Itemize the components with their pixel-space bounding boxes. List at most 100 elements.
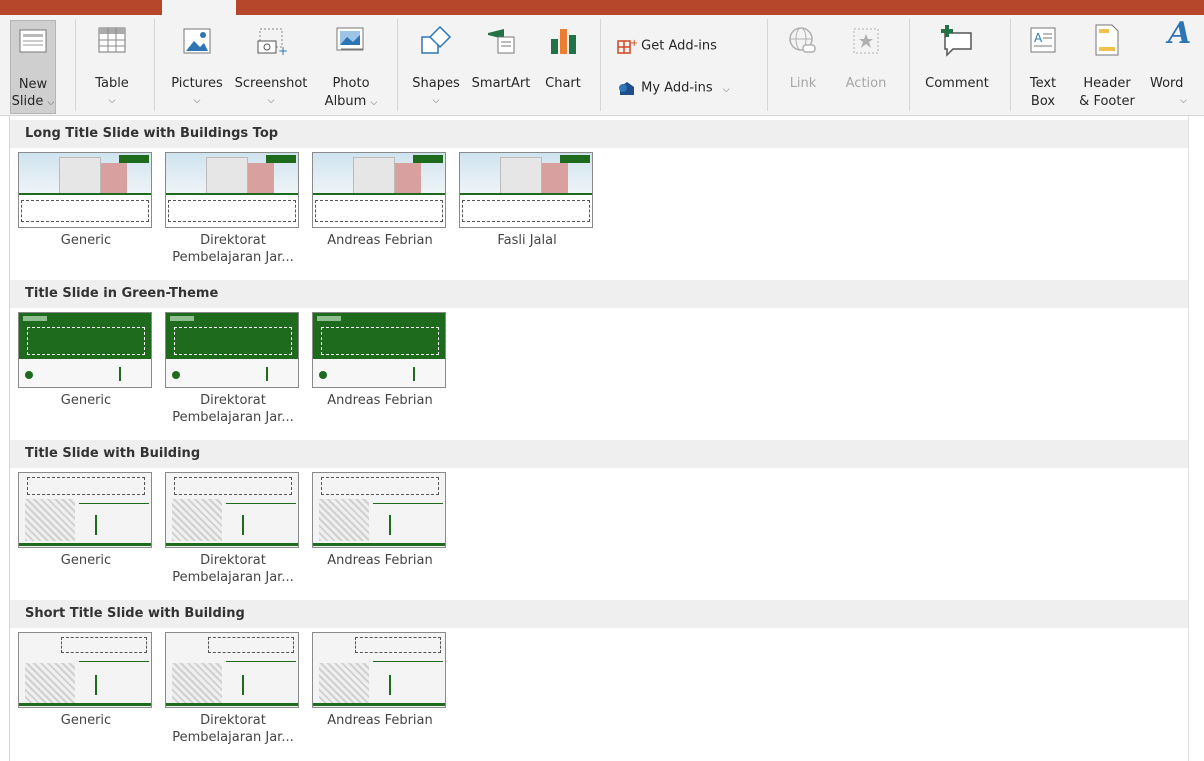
group-separator [397, 19, 398, 111]
layout-name-continued: Pembelajaran Jar... [172, 250, 294, 265]
table-icon [98, 27, 126, 53]
screenshot-label: Screenshot [234, 76, 308, 91]
slide-preview [312, 312, 446, 388]
layout-thumbnail[interactable]: Generic [18, 472, 154, 569]
text-box-button[interactable]: A Text Box [1024, 15, 1062, 115]
layout-name-continued: Pembelajaran Jar... [172, 570, 294, 585]
pictures-button[interactable]: Pictures ⌵ [166, 15, 228, 115]
slide-preview [18, 632, 152, 708]
layout-thumbnail[interactable]: Direktorat Pembelajaran Jar... [165, 472, 301, 586]
text-box-icon: A [1030, 27, 1056, 53]
get-addins-label: Get Add-ins [641, 38, 717, 54]
svg-text:A: A [1034, 31, 1043, 45]
pictures-label: Pictures [171, 76, 223, 91]
svg-text:+: + [278, 44, 288, 57]
layout-thumbnail[interactable]: Andreas Febrian [312, 152, 448, 249]
layout-name: Direktorat [200, 393, 266, 408]
section-header: Long Title Slide with Buildings Top [10, 120, 1189, 148]
new-slide-button[interactable]: New Slide ⌵ [10, 20, 56, 114]
chart-icon [551, 29, 576, 54]
selected-tab-insert[interactable] [162, 0, 236, 15]
comment-button[interactable]: Comment [916, 15, 998, 115]
my-addins-icon [619, 82, 634, 95]
wordart-label: Word [1150, 76, 1184, 91]
chevron-down-icon: ⌵ [722, 84, 730, 95]
action-button[interactable]: Action [836, 15, 896, 115]
layout-name-continued: Pembelajaran Jar... [172, 410, 294, 425]
layout-thumbnail[interactable]: Generic [18, 312, 154, 409]
svg-text:+: + [630, 38, 637, 49]
my-addins-button[interactable]: My Add-ins ⌵ [617, 79, 730, 97]
group-separator [75, 19, 76, 111]
layout-thumbnail[interactable]: Andreas Febrian [312, 472, 448, 569]
layout-name: Andreas Febrian [327, 393, 433, 408]
action-icon [853, 28, 879, 54]
layout-thumbnail[interactable]: Fasli Jalal [459, 152, 595, 249]
new-slide-label-2: Slide [11, 94, 44, 109]
group-separator [600, 19, 601, 111]
slide-preview [18, 152, 152, 228]
layout-name: Direktorat [200, 233, 266, 248]
group-separator [767, 19, 768, 111]
wordart-icon: A [1168, 16, 1192, 51]
slide-preview [165, 312, 299, 388]
header-footer-label-2: & Footer [1079, 94, 1135, 109]
layout-name: Generic [60, 393, 112, 408]
scrollbar[interactable] [1188, 116, 1204, 761]
chevron-down-icon: ⌵ [432, 96, 440, 106]
comment-label: Comment [925, 76, 989, 91]
link-label: Link [789, 76, 817, 91]
header-footer-button[interactable]: Header & Footer [1066, 15, 1148, 115]
text-box-label-1: Text [1029, 76, 1057, 91]
layout-thumbnail[interactable]: Direktorat Pembelajaran Jar... [165, 152, 301, 266]
layout-thumbnail[interactable]: Generic [18, 152, 154, 249]
layout-thumbnail[interactable]: Direktorat Pembelajaran Jar... [165, 632, 301, 746]
header-footer-label-1: Header [1083, 76, 1131, 91]
table-label: Table [95, 76, 129, 91]
shapes-button[interactable]: Shapes ⌵ [408, 15, 464, 115]
action-label: Action [845, 76, 887, 91]
group-separator [1010, 19, 1011, 111]
slide-preview [312, 632, 446, 708]
screenshot-button[interactable]: + Screenshot ⌵ [228, 15, 314, 115]
layout-name: Generic [60, 233, 112, 248]
shapes-label: Shapes [412, 76, 460, 91]
link-button[interactable]: Link [780, 15, 826, 115]
new-slide-icon [19, 29, 47, 53]
text-box-label-2: Box [1030, 94, 1056, 109]
chart-button[interactable]: Chart [538, 15, 588, 115]
photo-album-icon [336, 27, 364, 51]
smartart-icon [488, 29, 515, 54]
layout-thumbnail[interactable]: Andreas Febrian [312, 632, 448, 729]
layout-gallery: Long Title Slide with Buildings Top Gener… [9, 116, 1189, 761]
slide-preview [18, 312, 152, 388]
new-slide-label-1: New [18, 77, 48, 92]
smartart-label: SmartArt [471, 76, 531, 91]
get-addins-icon: + [617, 38, 638, 54]
layout-name: Andreas Febrian [327, 233, 433, 248]
wordart-button[interactable]: A Word ⌵ [1150, 15, 1204, 115]
smartart-button[interactable]: SmartArt [466, 15, 536, 115]
layout-thumbnail[interactable]: Direktorat Pembelajaran Jar... [165, 312, 301, 426]
get-addins-button[interactable]: + Get Add-ins [617, 37, 717, 55]
layout-thumbnail[interactable]: Andreas Febrian [312, 312, 448, 409]
my-addins-label: My Add-ins [641, 80, 713, 96]
layout-name: Fasli Jalal [497, 233, 557, 248]
slide-preview [165, 152, 299, 228]
section-header: Short Title Slide with Building [10, 600, 1189, 628]
ribbon: New Slide ⌵ Table ⌵ Pictures ⌵ + Screens… [0, 15, 1204, 116]
photo-album-button[interactable]: Photo Album ⌵ [318, 15, 384, 115]
comment-icon [941, 25, 972, 57]
chevron-down-icon: ⌵ [193, 96, 201, 106]
link-icon [789, 27, 816, 53]
slide-preview [312, 152, 446, 228]
section-header: Title Slide in Green-Theme [10, 280, 1189, 308]
table-button[interactable]: Table ⌵ [88, 15, 136, 115]
layout-thumbnail[interactable]: Generic [18, 632, 154, 729]
group-separator [154, 19, 155, 111]
photo-album-label-1: Photo [332, 76, 370, 91]
layout-name: Direktorat [200, 713, 266, 728]
screenshot-icon: + [257, 28, 288, 57]
layout-name: Generic [60, 713, 112, 728]
chevron-down-icon: ⌵ [47, 98, 55, 108]
